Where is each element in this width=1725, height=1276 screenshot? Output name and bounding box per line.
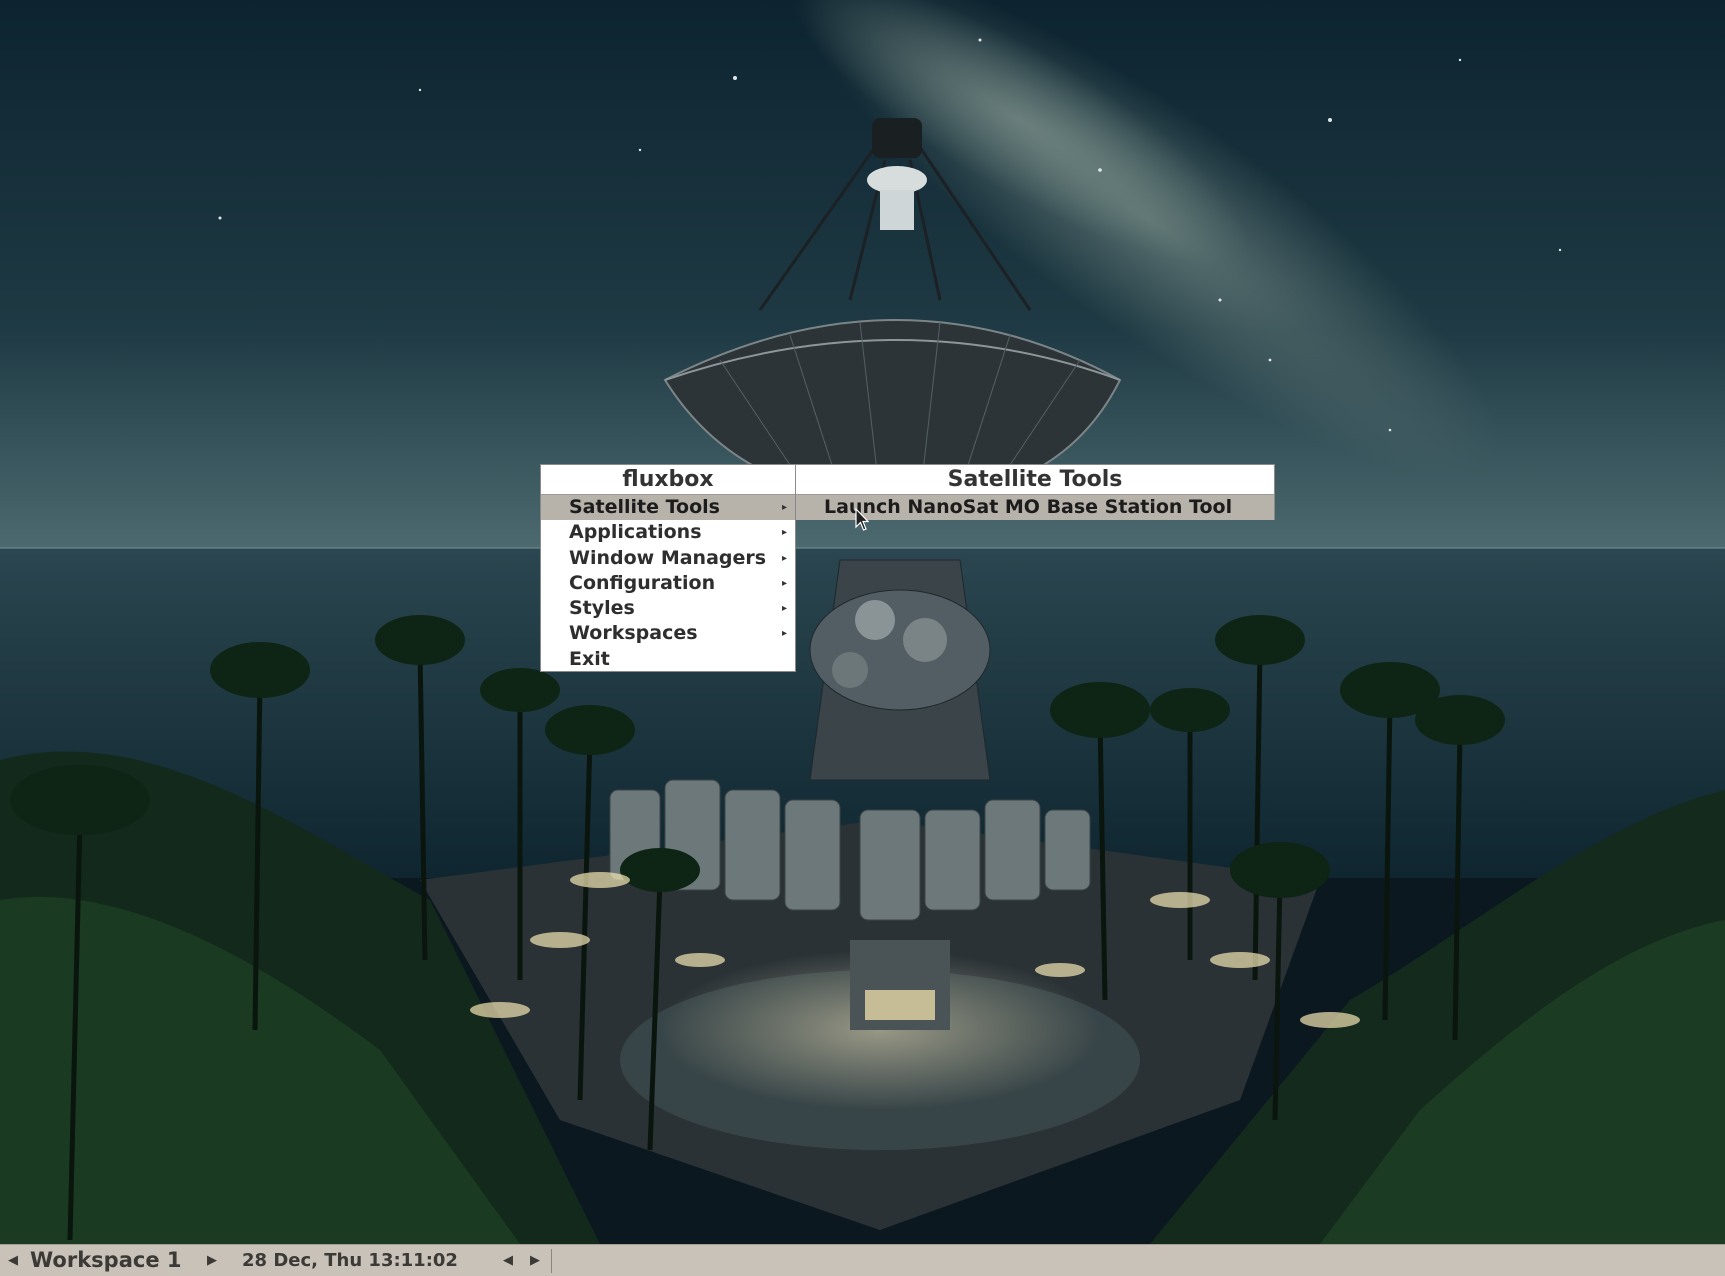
menu-item-label: Applications bbox=[569, 521, 702, 544]
menu-item-styles[interactable]: Styles ▸ bbox=[541, 596, 795, 621]
menu-item-exit[interactable]: Exit bbox=[541, 647, 795, 672]
submenu-arrow-icon: ▸ bbox=[781, 577, 787, 589]
menu-item-label: Workspaces bbox=[569, 622, 698, 645]
clock: 28 Dec, Thu 13:11:02 bbox=[242, 1250, 458, 1271]
wallpaper-image bbox=[0, 0, 1725, 1244]
submenu-arrow-icon: ▸ bbox=[781, 552, 787, 564]
next-workspace-button[interactable]: ▶ bbox=[207, 1245, 217, 1276]
submenu-arrow-icon: ▸ bbox=[781, 527, 787, 539]
menu-item-label: Styles bbox=[569, 597, 635, 620]
menu-item-label: Satellite Tools bbox=[569, 496, 720, 518]
menu-item-label: Configuration bbox=[569, 571, 716, 594]
root-menu-title: fluxbox bbox=[541, 465, 795, 495]
submenu-title: Satellite Tools bbox=[796, 465, 1274, 495]
root-menu-items: Satellite Tools ▸ Applications ▸ Window … bbox=[541, 495, 795, 672]
submenu-arrow-icon: ▸ bbox=[781, 603, 787, 615]
desktop-wallpaper bbox=[0, 0, 1725, 1244]
menu-item-applications[interactable]: Applications ▸ bbox=[541, 520, 795, 545]
prev-window-button[interactable]: ◀ bbox=[503, 1245, 513, 1276]
menu-item-satellite-tools[interactable]: Satellite Tools ▸ bbox=[541, 495, 795, 521]
next-window-button[interactable]: ▶ bbox=[530, 1245, 540, 1276]
fluxbox-toolbar: ◀ Workspace 1 ▶ 28 Dec, Thu 13:11:02 ◀ ▶ bbox=[0, 1244, 1725, 1276]
menu-item-configuration[interactable]: Configuration ▸ bbox=[541, 571, 795, 596]
menu-item-label: Window Managers bbox=[569, 546, 767, 569]
menu-item-workspaces[interactable]: Workspaces ▸ bbox=[541, 621, 795, 646]
workspace-name[interactable]: Workspace 1 bbox=[30, 1245, 181, 1276]
root-menu: fluxbox Satellite Tools ▸ Applications ▸… bbox=[540, 464, 796, 672]
submenu-arrow-icon: ▸ bbox=[781, 502, 787, 513]
menu-item-label: Launch NanoSat MO Base Station Tool bbox=[824, 496, 1233, 518]
menu-item-label: Exit bbox=[569, 647, 610, 670]
prev-workspace-button[interactable]: ◀ bbox=[8, 1245, 18, 1276]
menu-item-window-managers[interactable]: Window Managers ▸ bbox=[541, 546, 795, 571]
arrow-cursor-icon bbox=[855, 508, 869, 531]
toolbar-divider bbox=[551, 1249, 552, 1273]
submenu-arrow-icon: ▸ bbox=[781, 628, 787, 640]
